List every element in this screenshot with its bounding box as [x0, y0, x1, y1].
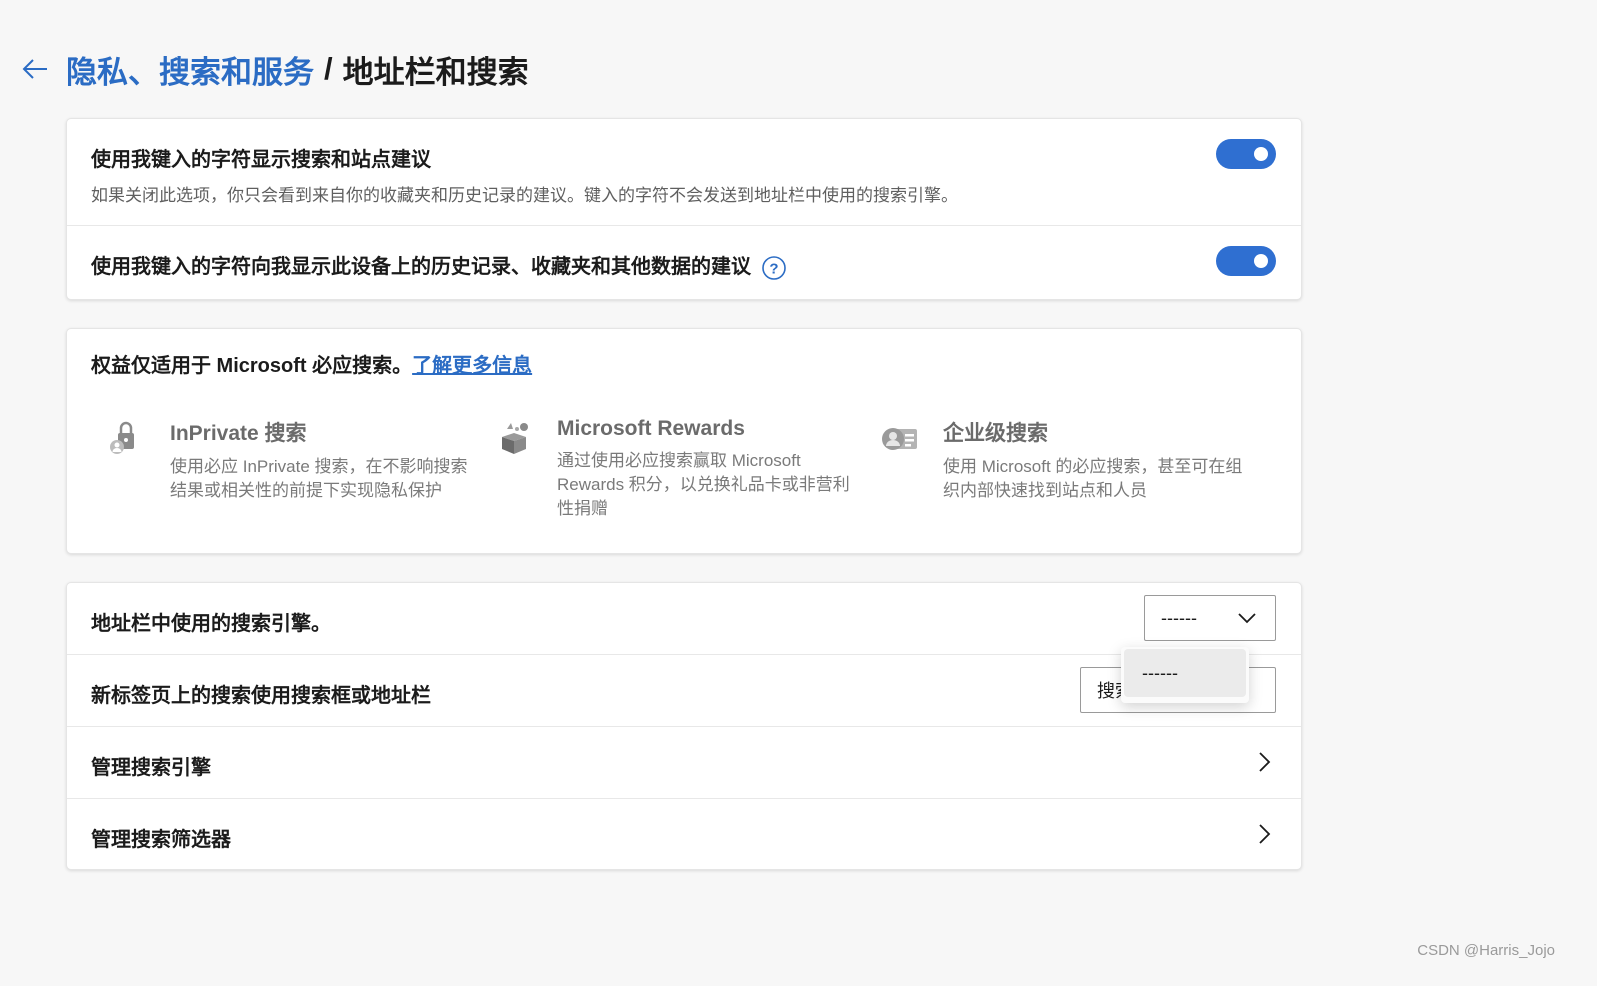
gift-box-icon	[502, 423, 528, 454]
search-suggestions-title: 使用我键入的字符显示搜索和站点建议	[91, 149, 431, 171]
search-settings-card: 地址栏中使用的搜索引擎。 ------ 新标签页上的搜索使用搜索框或地址栏 搜索…	[66, 582, 1302, 870]
search-engine-dropdown: ------	[1121, 647, 1249, 703]
feature-enterprise-search: 企业级搜索 使用 Microsoft 的必应搜索，甚至可在组织内部快速找到站点和…	[882, 417, 1243, 503]
watermark: CSDN @Harris_Jojo	[1417, 942, 1555, 959]
feature-title: InPrivate 搜索	[170, 422, 307, 445]
breadcrumb-parent-link[interactable]: 隐私、搜索和服务	[66, 47, 314, 92]
id-card-icon	[882, 428, 917, 450]
search-engine-row: 地址栏中使用的搜索引擎。 ------	[67, 583, 1301, 655]
help-icon[interactable]: ?	[761, 255, 787, 281]
manage-search-engines-label: 管理搜索引擎	[91, 757, 211, 779]
search-suggestions-row: 使用我键入的字符显示搜索和站点建议 如果关闭此选项，你只会看到来自你的收藏夹和历…	[67, 119, 1301, 226]
page-title: 地址栏和搜索	[342, 54, 529, 90]
manage-search-filters-label: 管理搜索筛选器	[91, 829, 231, 851]
local-suggestions-toggle[interactable]	[1216, 246, 1276, 276]
new-tab-search-row: 新标签页上的搜索使用搜索框或地址栏 搜索框	[67, 655, 1301, 727]
feature-inprivate-search: InPrivate 搜索 使用必应 InPrivate 搜索，在不影响搜索结果或…	[110, 417, 470, 503]
feature-title: 企业级搜索	[943, 422, 1048, 445]
svg-text:?: ?	[769, 260, 778, 277]
benefits-heading: 权益仅适用于 Microsoft 必应搜索。了解更多信息	[91, 349, 532, 378]
manage-search-filters-row[interactable]: 管理搜索筛选器	[67, 799, 1301, 870]
feature-description: 使用必应 InPrivate 搜索，在不影响搜索结果或相关性的前提下实现隐私保护	[170, 457, 468, 500]
feature-title: Microsoft Rewards	[557, 417, 745, 440]
feature-description: 使用 Microsoft 的必应搜索，甚至可在组织内部快速找到站点和人员	[943, 457, 1243, 500]
suggestions-card: 使用我键入的字符显示搜索和站点建议 如果关闭此选项，你只会看到来自你的收藏夹和历…	[66, 118, 1302, 300]
toggle-knob	[1254, 147, 1268, 161]
manage-search-engines-row[interactable]: 管理搜索引擎	[67, 727, 1301, 799]
new-tab-search-label: 新标签页上的搜索使用搜索框或地址栏	[91, 685, 431, 707]
search-suggestions-description: 如果关闭此选项，你只会看到来自你的收藏夹和历史记录的建议。键入的字符不会发送到地…	[91, 186, 958, 205]
feature-description: 通过使用必应搜索赢取 Microsoft Rewards 积分，以兑换礼品卡或非…	[557, 451, 850, 518]
feature-microsoft-rewards: Microsoft Rewards 通过使用必应搜索赢取 Microsoft R…	[502, 417, 857, 521]
local-suggestions-label: 使用我键入的字符向我显示此设备上的历史记录、收藏夹和其他数据的建议	[91, 256, 751, 278]
bing-benefits-card: 权益仅适用于 Microsoft 必应搜索。了解更多信息 InPrivate 搜…	[66, 328, 1302, 554]
search-suggestions-toggle[interactable]	[1216, 139, 1276, 169]
search-engine-select[interactable]: ------	[1144, 595, 1276, 641]
dropdown-option[interactable]: ------	[1124, 649, 1246, 697]
chevron-right-icon	[1259, 752, 1271, 772]
toggle-knob	[1254, 254, 1268, 268]
local-suggestions-row: 使用我键入的字符向我显示此设备上的历史记录、收藏夹和其他数据的建议?	[67, 226, 1301, 298]
lock-user-icon	[110, 421, 134, 454]
learn-more-link[interactable]: 了解更多信息	[412, 355, 532, 377]
local-suggestions-title: 使用我键入的字符向我显示此设备上的历史记录、收藏夹和其他数据的建议?	[91, 250, 787, 281]
breadcrumb-separator: /	[324, 51, 333, 86]
search-engine-value: ------	[1161, 607, 1197, 628]
benefits-heading-text: 权益仅适用于 Microsoft 必应搜索。	[91, 355, 413, 377]
breadcrumb: 隐私、搜索和服务 / 地址栏和搜索	[18, 46, 529, 92]
chevron-right-icon	[1259, 824, 1271, 844]
chevron-down-icon	[1238, 613, 1256, 624]
arrow-left-icon	[22, 59, 47, 79]
back-button[interactable]	[18, 52, 52, 86]
search-engine-label: 地址栏中使用的搜索引擎。	[91, 613, 331, 635]
